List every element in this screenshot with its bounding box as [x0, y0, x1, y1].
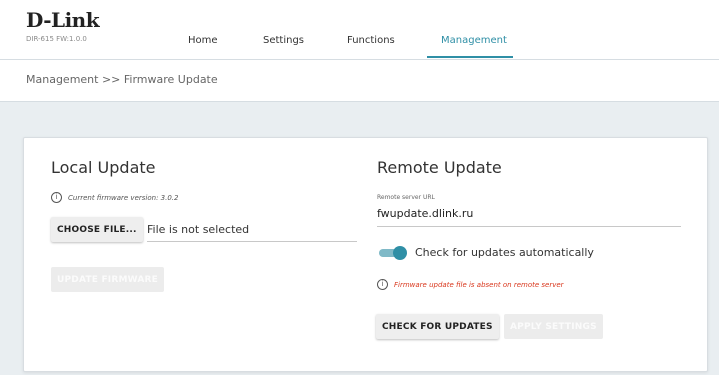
- toggle-knob: [393, 246, 407, 260]
- breadcrumb-bar: Management >> Firmware Update: [0, 60, 719, 102]
- remote-error-note: i Firmware update file is absent on remo…: [377, 279, 564, 290]
- info-icon: i: [51, 192, 62, 203]
- server-url-underline: [377, 226, 681, 227]
- file-field-underline: [147, 241, 357, 242]
- auto-check-label: Check for updates automatically: [415, 246, 594, 259]
- nav-functions[interactable]: Functions: [347, 35, 395, 46]
- choose-file-button[interactable]: CHOOSE FILE...: [51, 217, 143, 242]
- breadcrumb: Management >> Firmware Update: [26, 73, 218, 86]
- info-icon: i: [377, 279, 388, 290]
- top-bar: D-Link DIR-615 FW:1.0.0 Home Settings Fu…: [0, 0, 719, 60]
- local-update-title: Local Update: [51, 158, 156, 177]
- server-url-label: Remote server URL: [377, 194, 435, 201]
- remote-error-text: Firmware update file is absent on remote…: [394, 280, 564, 289]
- nav-management[interactable]: Management: [441, 35, 507, 46]
- nav-settings[interactable]: Settings: [263, 35, 304, 46]
- remote-update-title: Remote Update: [377, 158, 502, 177]
- apply-settings-button[interactable]: APPLY SETTINGS: [504, 314, 603, 339]
- nav-home[interactable]: Home: [188, 35, 218, 46]
- current-version-text: Current firmware version: 3.0.2: [68, 193, 179, 202]
- firmware-update-panel: Local Update i Current firmware version:…: [23, 137, 708, 372]
- check-for-updates-button[interactable]: CHECK FOR UPDATES: [376, 314, 499, 339]
- auto-check-toggle[interactable]: [379, 246, 407, 260]
- server-url-input[interactable]: fwupdate.dlink.ru: [377, 207, 473, 220]
- current-version-note: i Current firmware version: 3.0.2: [51, 192, 178, 203]
- dlink-logo[interactable]: D-Link: [26, 10, 100, 30]
- model-firmware-label: DIR-615 FW:1.0.0: [26, 35, 87, 43]
- update-firmware-button[interactable]: UPDATE FIRMWARE: [51, 267, 165, 292]
- active-tab-indicator: [427, 56, 513, 58]
- file-status-text: File is not selected: [147, 223, 250, 236]
